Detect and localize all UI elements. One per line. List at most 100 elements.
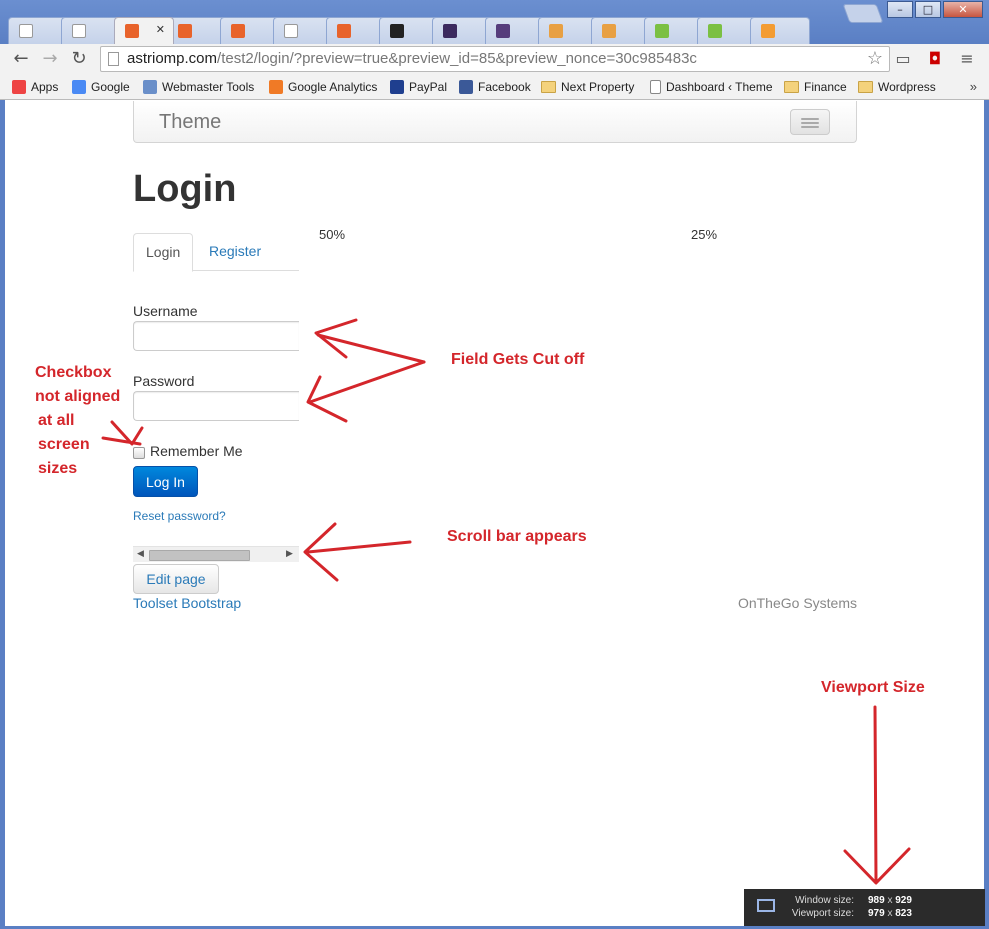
browser-tab[interactable] [591, 17, 651, 44]
bookmark-webmaster-tools[interactable]: Webmaster Tools [143, 78, 254, 96]
window-controls: – □ ✕ [885, 1, 983, 18]
password-field[interactable] [133, 391, 299, 421]
folder-icon [858, 81, 873, 93]
blogger-icon [178, 24, 192, 38]
cast-icon[interactable]: ▭ [893, 49, 913, 69]
remember-me-label[interactable]: Remember Me [150, 443, 243, 459]
url-text[interactable]: astriomp.com/test2/login/?preview=true&p… [127, 50, 697, 67]
viewport-size-row: Viewport size: 979 x 823 [784, 908, 974, 919]
annotation-line: at all [38, 412, 75, 429]
reload-icon[interactable]: ↻ [66, 47, 92, 71]
annotation-line: screen [38, 436, 90, 453]
scrollbar-thumb[interactable] [149, 550, 250, 561]
column-width-right: 25% [691, 227, 718, 242]
browser-toolbar: ← → ↻ astriomp.com/test2/login/?preview=… [0, 44, 989, 74]
browser-tab[interactable] [61, 17, 121, 44]
browser-tab[interactable] [644, 17, 704, 44]
more-bookmarks-icon[interactable]: » [970, 79, 977, 94]
arrow-username [316, 333, 426, 364]
browser-tab[interactable] [750, 17, 810, 44]
page-icon [108, 52, 119, 66]
pocket-icon[interactable]: ◘ [925, 49, 945, 69]
bookmark-label: Facebook [478, 80, 531, 94]
tab-register[interactable]: Register [197, 233, 273, 271]
login-register-tabs: Login Register [133, 233, 299, 272]
username-field[interactable] [133, 321, 299, 351]
edit-page-button[interactable]: Edit page [133, 564, 219, 594]
doc-icon [650, 80, 661, 94]
hamburger-icon [801, 118, 819, 120]
password-label: Password [133, 373, 195, 389]
browser-tab[interactable] [379, 17, 439, 44]
column-width-left: 50% [319, 227, 346, 242]
annotation-scrollbar: Scroll bar appears [447, 528, 587, 545]
page-title: Login [133, 168, 237, 210]
maximize-button[interactable]: □ [915, 1, 941, 18]
browser-tab[interactable]: ✕ [114, 17, 174, 44]
remember-me-checkbox[interactable] [133, 447, 145, 459]
stackoverflow-icon [602, 24, 616, 38]
address-bar[interactable]: astriomp.com/test2/login/?preview=true&p… [100, 46, 890, 72]
bookmark-facebook[interactable]: Facebook [459, 78, 531, 96]
bookmark-google[interactable]: Google [72, 78, 130, 96]
tab-login[interactable]: Login [133, 233, 194, 272]
bookmarks-bar: » Apps Google Webmaster Tools Google Analyt… [0, 74, 989, 100]
browser-tab[interactable] [167, 17, 227, 44]
folder-icon [541, 81, 556, 93]
bookmark-star-icon[interactable]: ☆ [867, 48, 883, 69]
blogger-icon [337, 24, 351, 38]
minimize-button[interactable]: – [887, 1, 913, 18]
site-brand[interactable]: Theme [159, 111, 221, 134]
bookmark-label: Next Property [561, 80, 635, 94]
bootstrap-icon [443, 24, 457, 38]
site-navbar: Theme [133, 101, 857, 143]
browser-tab[interactable] [432, 17, 492, 44]
bookmark-google-analytics[interactable]: Google Analytics [269, 78, 377, 96]
url-host: astriomp.com [127, 50, 218, 67]
arrow-password [308, 360, 426, 404]
browser-tab[interactable] [538, 17, 598, 44]
reset-password-link[interactable]: Reset password? [133, 509, 226, 523]
browser-tab[interactable] [273, 17, 333, 44]
browser-tab[interactable] [220, 17, 280, 44]
browser-tab[interactable] [8, 17, 68, 44]
back-arrow-icon[interactable]: ← [8, 47, 34, 71]
forward-arrow-icon[interactable]: → [37, 47, 63, 71]
window-size-label: Window size: [795, 895, 854, 906]
bookmark-next-property[interactable]: Next Property [541, 78, 634, 96]
window-frame-left [0, 100, 5, 929]
bookmark-apps[interactable]: Apps [12, 78, 58, 96]
browser-tab[interactable] [326, 17, 386, 44]
close-window-button[interactable]: ✕ [943, 1, 983, 18]
blogger-icon [125, 24, 139, 38]
scroll-right-icon[interactable]: ▶ [286, 548, 293, 559]
bookmark-label: Finance [804, 80, 847, 94]
arrow-viewport [873, 705, 878, 882]
bookmark-wordpress[interactable]: Wordpress [858, 78, 936, 96]
navbar-toggle-button[interactable] [790, 109, 830, 135]
apps-grid-icon [12, 80, 26, 94]
bookmark-dashboard-theme[interactable]: Dashboard ‹ Theme [650, 78, 773, 96]
bookmark-label: Google [91, 80, 130, 94]
browser-tab[interactable] [697, 17, 757, 44]
facebook-icon [459, 80, 473, 94]
scroll-left-icon[interactable]: ◀ [137, 548, 144, 559]
w3-icon [708, 24, 722, 38]
page-icon [19, 24, 33, 38]
new-tab-button[interactable] [842, 4, 884, 23]
username-label: Username [133, 303, 198, 319]
bootstrap-icon [496, 24, 510, 38]
annotation-viewport: Viewport Size [821, 679, 925, 696]
bookmark-label: Google Analytics [288, 80, 378, 94]
bookmark-label: Wordpress [878, 80, 936, 94]
browser-tab[interactable] [485, 17, 545, 44]
hamburger-icon [801, 126, 819, 128]
close-tab-icon[interactable]: ✕ [156, 23, 165, 36]
bookmark-paypal[interactable]: PayPal [390, 78, 447, 96]
menu-icon[interactable]: ≡ [957, 49, 977, 69]
webmaster-icon [143, 80, 157, 94]
footer-link-toolset[interactable]: Toolset Bootstrap [133, 595, 241, 611]
horizontal-scrollbar[interactable]: ◀ ▶ [133, 546, 299, 562]
log-in-button[interactable]: Log In [133, 466, 198, 497]
bookmark-finance[interactable]: Finance [784, 78, 847, 96]
